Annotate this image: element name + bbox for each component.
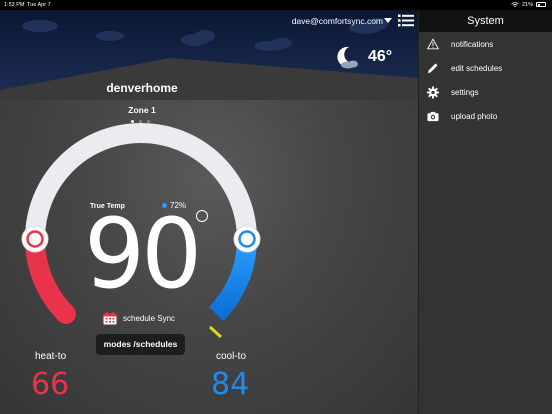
- degree-symbol: [196, 210, 208, 222]
- cool-to-label: cool-to: [216, 351, 247, 362]
- menu-item-label: notifications: [451, 39, 494, 49]
- system-panel: System notifications edit schedules sett…: [418, 10, 552, 414]
- camera-icon: [427, 110, 439, 122]
- menu-item-label: edit schedules: [451, 63, 503, 73]
- menu-item-label: settings: [451, 87, 479, 97]
- menu-item-upload-photo[interactable]: upload photo: [419, 104, 552, 128]
- menu-item-settings[interactable]: settings: [419, 80, 552, 104]
- modes-schedules-button[interactable]: modes /schedules: [96, 334, 185, 355]
- status-date: Tue Apr 7: [27, 2, 51, 8]
- battery-icon: [536, 2, 546, 7]
- status-bar: 1:53 PM Tue Apr 7 21%: [0, 0, 552, 10]
- wifi-icon: [511, 1, 519, 7]
- status-right: 21%: [511, 2, 546, 8]
- schedule-label: schedule Sync: [123, 314, 176, 323]
- gear-icon: [427, 86, 439, 98]
- heat-to-value[interactable]: 66: [31, 367, 69, 402]
- panel-title: System: [419, 10, 552, 32]
- menu-item-edit-schedules[interactable]: edit schedules: [419, 56, 552, 80]
- menu-item-label: upload photo: [451, 111, 498, 121]
- thermostat-screen: dave@comfortsync.com 46° denverhome Zone…: [0, 10, 418, 414]
- cool-handle[interactable]: [233, 225, 261, 253]
- status-time: 1:53 PM: [4, 2, 25, 8]
- warning-icon: [427, 38, 439, 50]
- cool-limit-marker: [208, 325, 223, 339]
- cool-to-value[interactable]: 84: [211, 367, 249, 402]
- battery-percent: 21%: [521, 1, 533, 8]
- current-temperature: 90: [84, 198, 202, 310]
- calendar-icon: [103, 312, 117, 325]
- pencil-icon: [427, 62, 439, 74]
- heat-to-label: heat-to: [35, 351, 67, 362]
- heat-handle[interactable]: [21, 225, 49, 253]
- schedule-sync[interactable]: schedule Sync: [103, 312, 175, 325]
- menu-item-notifications[interactable]: notifications: [419, 32, 552, 56]
